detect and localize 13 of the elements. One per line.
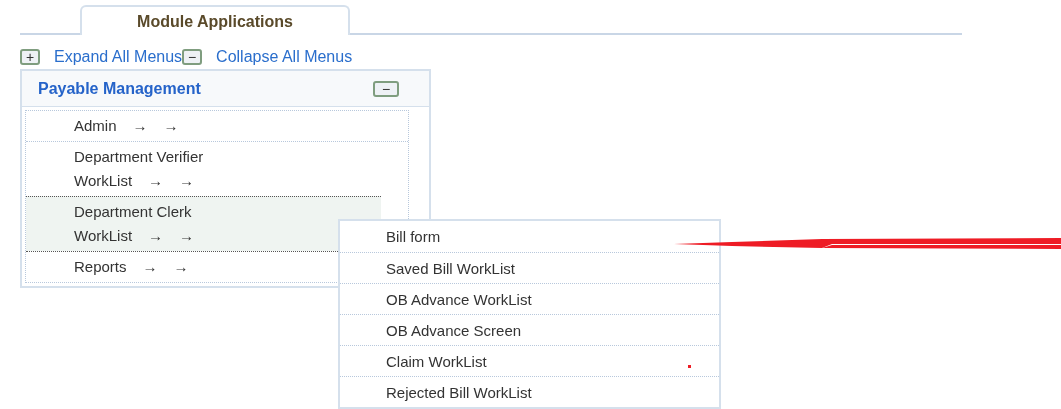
submenu-item[interactable]: OB Advance WorkList	[340, 283, 719, 314]
icon-button[interactable]: −	[182, 49, 203, 65]
link[interactable]: Expand All Menus	[54, 45, 183, 69]
submenu-item[interactable]: Saved Bill WorkList	[340, 252, 719, 283]
submenu-item[interactable]: OB Advance Screen	[340, 314, 719, 345]
menu-item[interactable]: Department Clerk WorkList → →	[26, 196, 381, 251]
collapse-button[interactable]: −	[373, 80, 399, 97]
panel-title: Payable Management	[38, 78, 201, 99]
tab[interactable]: Module Applications	[80, 5, 350, 35]
submenu-item[interactable]: Rejected Bill WorkList	[340, 376, 719, 407]
link[interactable]: Collapse All Menus	[216, 45, 353, 69]
icon-button[interactable]: +	[20, 49, 40, 65]
submenu-item[interactable]: Claim WorkList	[340, 345, 719, 376]
